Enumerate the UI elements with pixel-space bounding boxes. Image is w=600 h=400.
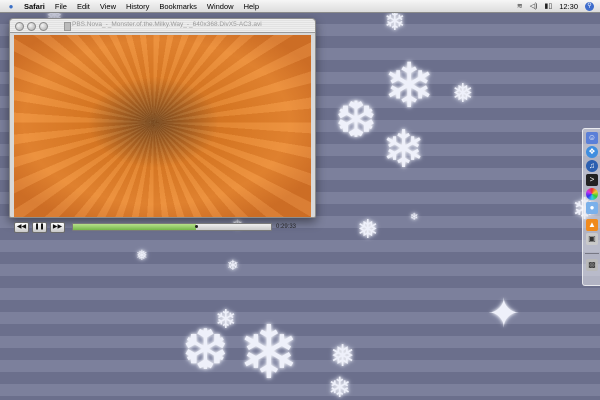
snowflake-icon: ❄ [382,121,426,179]
menu-extras: ≋ ◁) ▮▯ 12:30 ⚲ [517,0,594,12]
snowflake-icon: ❆ [335,92,377,148]
desktop: ● Safari File Edit View History Bookmark… [0,0,600,400]
menu-item-view[interactable]: View [100,2,116,11]
wifi-icon[interactable]: ≋ [517,2,523,10]
snowflake-icon: ❅ [357,214,379,244]
volume-icon[interactable]: ◁) [530,2,538,10]
zoom-button[interactable] [39,22,48,31]
video-player-window[interactable]: PBS.Nova_-_Monster.of.the.Milky.Way_-_64… [9,18,316,233]
rewind-button[interactable]: ◀◀ [14,221,29,233]
menu-item-history[interactable]: History [126,2,149,11]
seek-thumb[interactable] [194,225,198,228]
snowflake-icon: ❄ [410,212,419,223]
snowflake-icon: ❄ [227,257,239,273]
rewind-icon: ◀◀ [16,223,27,230]
menu-item-bookmarks[interactable]: Bookmarks [159,2,197,11]
dock: ☺ ❖ ♫ > ● ▲ ▣ ▩ [582,128,600,286]
video-frame [14,35,311,217]
battery-icon[interactable]: ▮▯ [545,2,553,10]
player-title-bar[interactable]: PBS.Nova_-_Monster.of.the.Milky.Way_-_64… [10,19,315,33]
menu-bar: ● Safari File Edit View History Bookmark… [0,0,600,13]
minimize-button[interactable] [27,22,36,31]
player-controls: ◀◀ ❚❚ ▶▶ 0:29:33 [14,219,311,235]
video-display[interactable] [14,35,311,217]
drive-icon[interactable]: ▣ [586,233,598,245]
seek-slider[interactable] [72,223,272,231]
snowflake-icon: ❅ [330,340,356,373]
menu-item-safari[interactable]: Safari [24,2,45,11]
snowflake-icon: ❄ [383,52,435,121]
snowflake-icon: ✦ [487,292,521,336]
itunes-icon[interactable]: ♫ [586,160,598,172]
menu-item-edit[interactable]: Edit [77,2,90,11]
ichat-icon[interactable]: ● [586,202,598,214]
close-button[interactable] [15,22,24,31]
menu-clock[interactable]: 12:30 [559,2,578,11]
seek-progress [73,224,196,230]
trash-icon[interactable]: ▩ [586,259,598,271]
snowflake-icon: ❅ [452,78,474,108]
time-display: 0:29:33 [276,224,297,230]
snowflake-icon: ❅ [136,247,148,263]
menu-item-file[interactable]: File [55,2,67,11]
menu-item-window[interactable]: Window [207,2,234,11]
pause-icon: ❚❚ [34,223,45,230]
document-icon [64,22,71,31]
apple-icon[interactable]: ● [6,2,16,11]
snowflake-icon: ❄ [328,372,352,400]
player-title: PBS.Nova_-_Monster.of.the.Milky.Way_-_64… [72,21,262,28]
safari-icon[interactable]: ❖ [586,146,598,158]
finder-icon[interactable]: ☺ [586,132,598,144]
color-picker-icon[interactable] [586,188,598,200]
dock-divider [585,253,599,254]
fast-forward-button[interactable]: ▶▶ [50,221,65,233]
fast-forward-icon: ▶▶ [52,223,63,230]
terminal-icon[interactable]: > [586,174,598,186]
vlc-icon[interactable]: ▲ [586,219,598,231]
pause-button[interactable]: ❚❚ [32,221,47,233]
snowflake-icon: ❄ [238,311,301,394]
menu-item-help[interactable]: Help [244,2,259,11]
snowflake-icon: ❆ [182,318,229,381]
spotlight-icon[interactable]: ⚲ [585,1,594,11]
